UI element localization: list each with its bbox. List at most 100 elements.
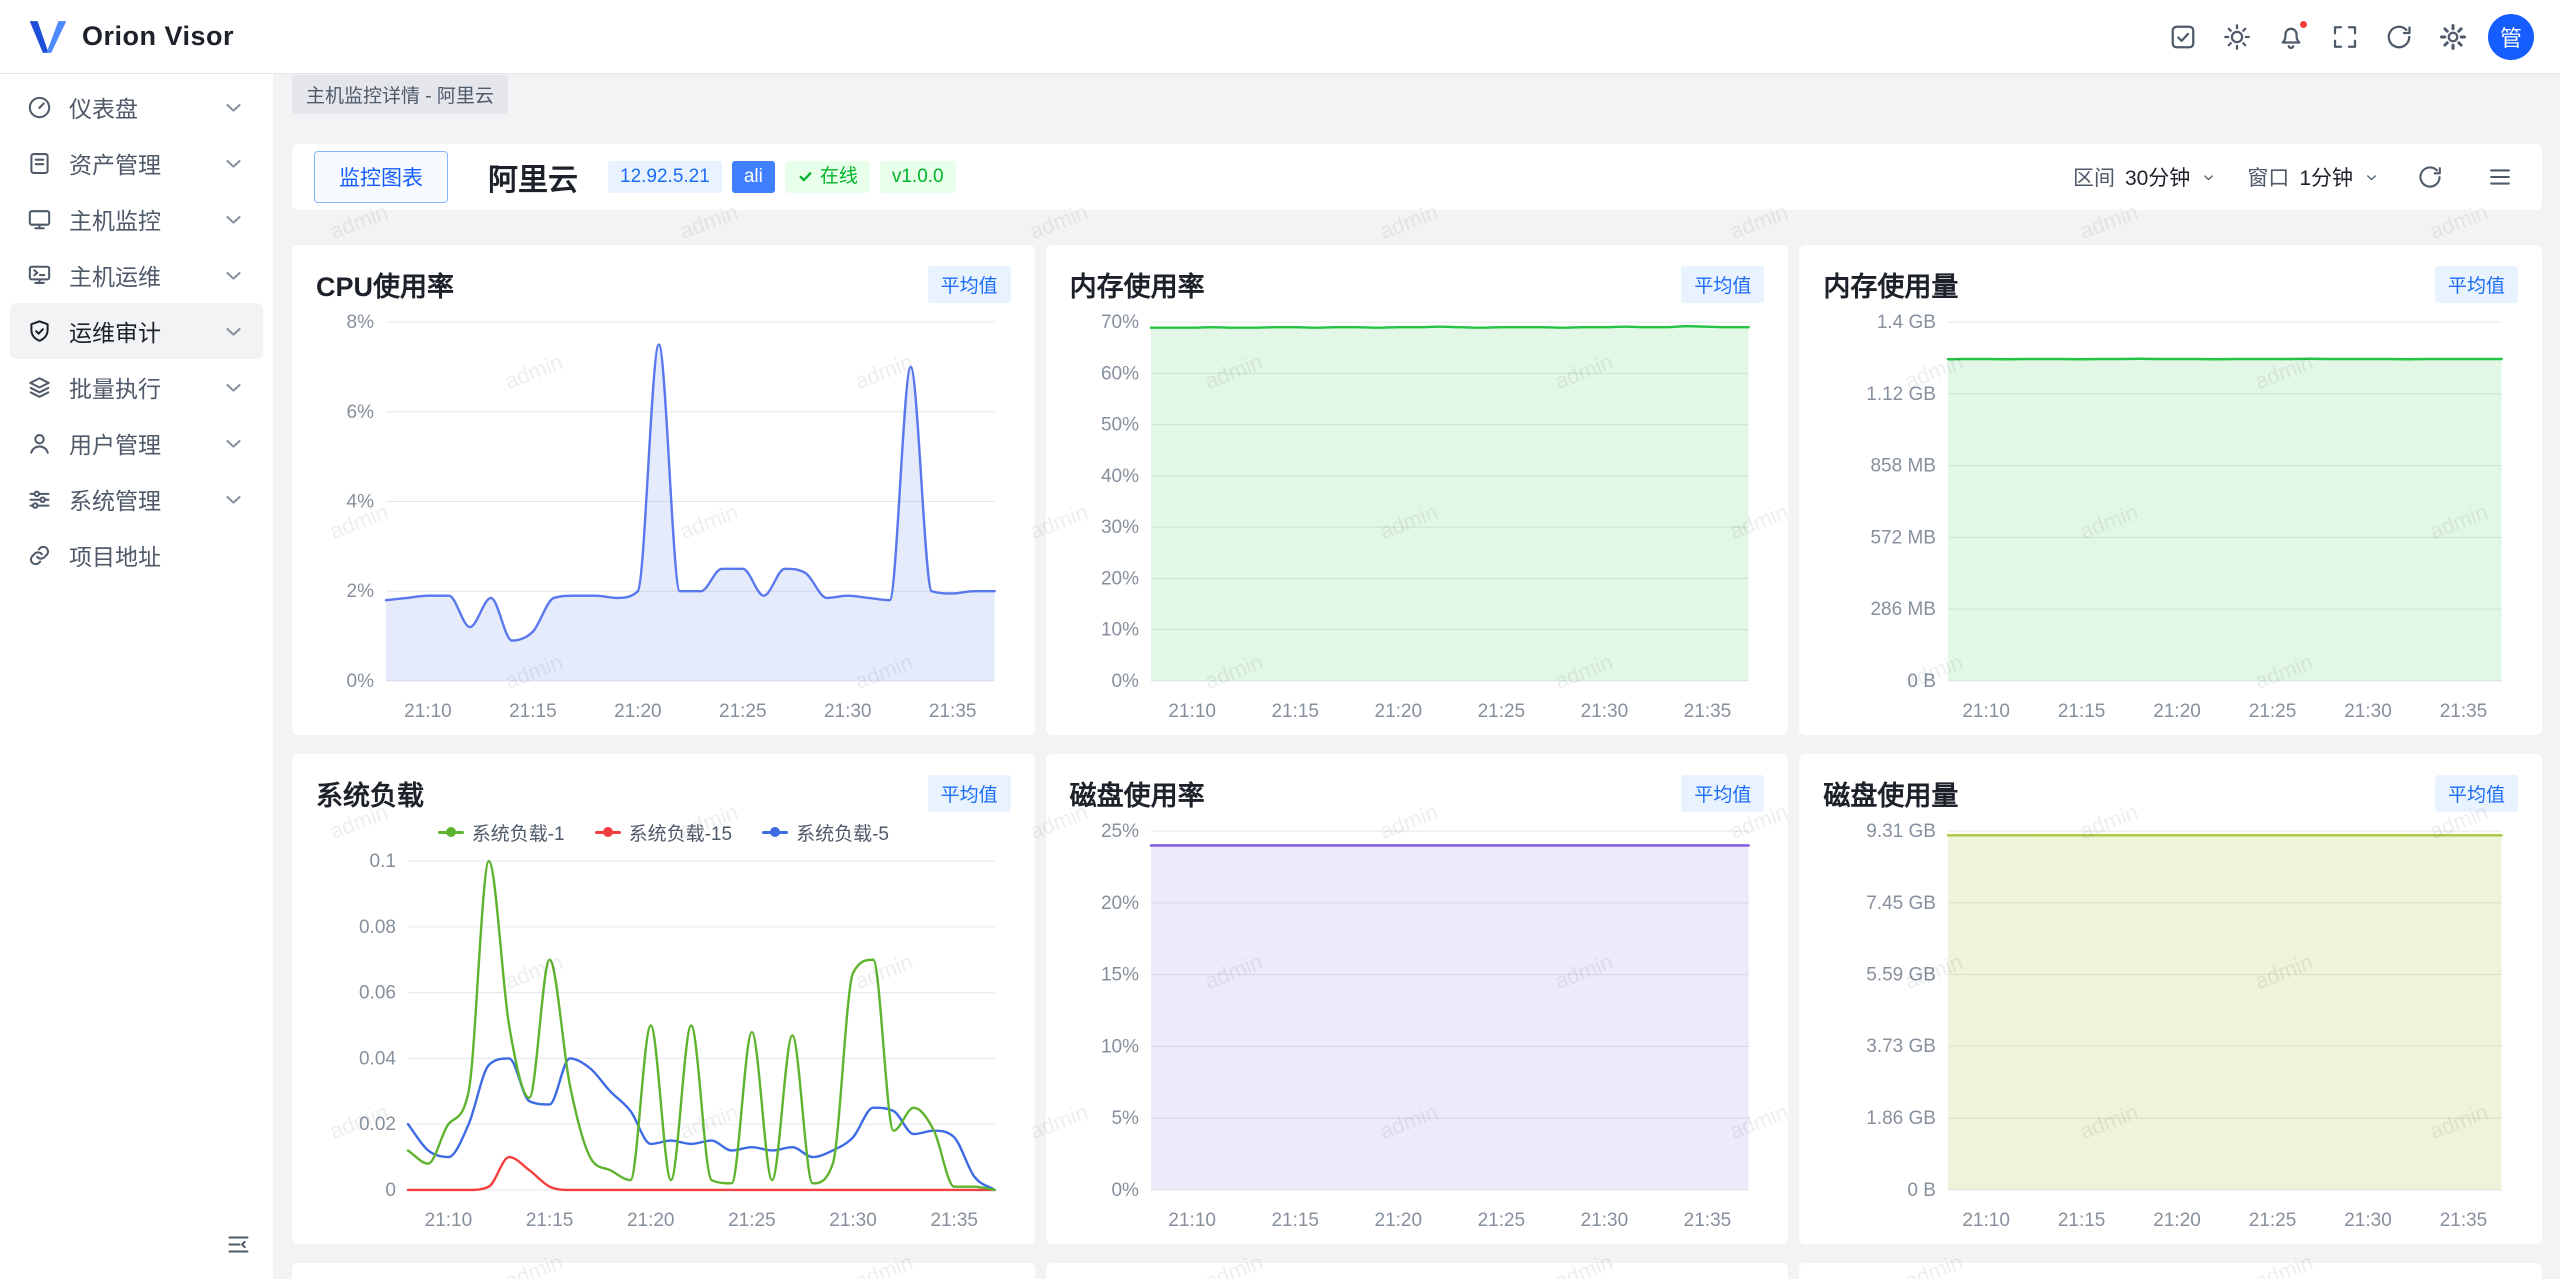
asset-icon xyxy=(26,150,53,177)
chevron-down-icon xyxy=(220,94,247,121)
chart-header: 系统负载平均值 xyxy=(316,774,1011,813)
dashboard-icon xyxy=(26,94,53,121)
sidebar-collapse-button[interactable] xyxy=(219,1225,257,1263)
sidebar-item-label: 主机运维 xyxy=(69,258,220,292)
chart-header: 内存使用率平均值 xyxy=(1070,265,1765,304)
legend-label: 系统负载-1 xyxy=(472,819,565,846)
gear-icon xyxy=(2438,22,2468,52)
monitor-chart-button[interactable]: 监控图表 xyxy=(314,151,448,203)
svg-text:40%: 40% xyxy=(1101,466,1139,487)
refresh-icon xyxy=(2416,163,2444,191)
svg-text:21:15: 21:15 xyxy=(509,701,557,722)
chart-body: 0 B286 MB572 MB858 MB1.12 GB1.4 GB21:102… xyxy=(1823,308,2518,725)
chevron-down-icon xyxy=(220,262,247,289)
svg-text:21:15: 21:15 xyxy=(2058,1210,2106,1231)
chart-title: 磁盘使用率 xyxy=(1070,774,1205,813)
sidebar-item-label: 运维审计 xyxy=(69,314,220,348)
menu-list-icon xyxy=(2486,163,2514,191)
legend-item[interactable]: 系统负载-15 xyxy=(595,819,732,846)
host-name: 阿里云 xyxy=(488,155,578,199)
svg-text:21:25: 21:25 xyxy=(1477,1210,1525,1231)
refresh-button[interactable] xyxy=(2410,157,2450,197)
chevron-down-icon xyxy=(220,206,247,233)
check-icon xyxy=(797,168,814,185)
host-tags: 12.92.5.21ali在线v1.0.0 xyxy=(608,161,956,194)
interval-label: 区间 xyxy=(2073,162,2115,192)
avatar[interactable]: 管 xyxy=(2488,14,2534,60)
window-select[interactable]: 窗口 1分钟 xyxy=(2247,162,2380,192)
brand[interactable]: Orion Visor xyxy=(26,15,234,59)
host-toolbar: 监控图表 阿里云 12.92.5.21ali在线v1.0.0 区间 30分钟 窗… xyxy=(292,144,2542,210)
svg-text:60%: 60% xyxy=(1101,363,1139,384)
svg-text:5%: 5% xyxy=(1111,1108,1139,1129)
chevron-down-icon xyxy=(220,430,247,457)
settings-button[interactable] xyxy=(2430,14,2476,60)
sidebar-item-dashboard[interactable]: 仪表盘 xyxy=(10,79,263,135)
chart-card-partial xyxy=(1799,1263,2542,1279)
breadcrumb[interactable]: 主机监控详情 - 阿里云 xyxy=(292,75,508,114)
fullscreen-icon xyxy=(2330,22,2360,52)
svg-text:21:35: 21:35 xyxy=(930,1210,978,1231)
chart-body: 系统负载-1系统负载-15系统负载-500.020.040.060.080.12… xyxy=(316,817,1011,1234)
chart-title: 内存使用率 xyxy=(1070,265,1205,304)
tag-text: ali xyxy=(744,167,763,188)
svg-text:21:35: 21:35 xyxy=(1683,1210,1731,1231)
monitor-icon xyxy=(26,206,53,233)
host-status-tag: 在线 xyxy=(785,161,870,194)
sidebar-item-assets[interactable]: 资产管理 xyxy=(10,135,263,191)
legend-label: 系统负载-15 xyxy=(629,819,732,846)
legend-marker-icon xyxy=(762,826,788,838)
chart-header: CPU使用率 平均值 xyxy=(316,265,1011,304)
sidebar-item-user-mgmt[interactable]: 用户管理 xyxy=(10,415,263,471)
top-header: Orion Visor 管 xyxy=(0,0,2560,74)
window-label: 窗口 xyxy=(2247,162,2289,192)
sidebar-item-project-link[interactable]: 项目地址 xyxy=(10,527,263,583)
chevron-down-icon xyxy=(220,374,247,401)
svg-text:21:15: 21:15 xyxy=(2058,701,2106,722)
tag-text: v1.0.0 xyxy=(892,167,944,188)
svg-text:572 MB: 572 MB xyxy=(1871,527,1936,548)
chevron-down-icon xyxy=(2363,169,2380,186)
svg-text:0.04: 0.04 xyxy=(359,1048,396,1069)
sidebar-item-host-ops[interactable]: 主机运维 xyxy=(10,247,263,303)
reload-button[interactable] xyxy=(2376,14,2422,60)
svg-text:5.59 GB: 5.59 GB xyxy=(1867,964,1937,985)
svg-text:21:10: 21:10 xyxy=(404,701,452,722)
theme-button[interactable] xyxy=(2214,14,2260,60)
interval-select[interactable]: 区间 30分钟 xyxy=(2073,162,2217,192)
legend-label: 系统负载-5 xyxy=(796,819,889,846)
menu-fold-icon xyxy=(225,1231,252,1258)
sidebar: 仪表盘资产管理主机监控主机运维运维审计批量执行用户管理系统管理项目地址 xyxy=(0,74,274,1279)
host-group-tag: ali xyxy=(732,161,775,194)
chart-body: 0 B1.86 GB3.73 GB5.59 GB7.45 GB9.31 GB21… xyxy=(1823,817,2518,1234)
chart-card-disk-usage-rate: 磁盘使用率平均值0%5%10%15%20%25%21:1021:1521:202… xyxy=(1046,754,1789,1244)
tasks-button[interactable] xyxy=(2160,14,2206,60)
check-square-icon xyxy=(2168,22,2198,52)
svg-text:70%: 70% xyxy=(1101,312,1139,333)
svg-text:3.73 GB: 3.73 GB xyxy=(1867,1036,1937,1057)
sidebar-item-host-monitor[interactable]: 主机监控 xyxy=(10,191,263,247)
legend-item[interactable]: 系统负载-1 xyxy=(438,819,565,846)
svg-text:21:35: 21:35 xyxy=(2440,701,2488,722)
chart-plot-memory-usage-rate: 0%10%20%30%40%50%60%70%21:1021:1521:2021… xyxy=(1070,308,1765,725)
chart-card-memory-usage-amount: 内存使用量平均值0 B286 MB572 MB858 MB1.12 GB1.4 … xyxy=(1799,245,2542,735)
svg-text:21:20: 21:20 xyxy=(2154,701,2202,722)
svg-text:20%: 20% xyxy=(1101,568,1139,589)
host-ops-icon xyxy=(26,262,53,289)
chart-title: CPU使用率 xyxy=(316,265,454,304)
notifications-button[interactable] xyxy=(2268,14,2314,60)
chevron-down-icon xyxy=(220,318,247,345)
chart-plot-cpu-usage: 0%2%4%6%8%21:1021:1521:2021:2521:3021:35 xyxy=(316,308,1011,725)
shield-icon xyxy=(26,318,53,345)
fullscreen-button[interactable] xyxy=(2322,14,2368,60)
legend-item[interactable]: 系统负载-5 xyxy=(762,819,889,846)
sidebar-item-ops-audit[interactable]: 运维审计 xyxy=(10,303,263,359)
svg-text:21:20: 21:20 xyxy=(627,1210,675,1231)
sidebar-item-system-mgmt[interactable]: 系统管理 xyxy=(10,471,263,527)
chart-body: 0%10%20%30%40%50%60%70%21:1021:1521:2021… xyxy=(1070,308,1765,725)
chart-list-button[interactable] xyxy=(2480,157,2520,197)
average-badge: 平均值 xyxy=(928,266,1011,303)
chart-card-partial xyxy=(292,1263,1035,1279)
chart-plot-disk-usage-amount: 0 B1.86 GB3.73 GB5.59 GB7.45 GB9.31 GB21… xyxy=(1823,817,2518,1234)
sidebar-item-batch-exec[interactable]: 批量执行 xyxy=(10,359,263,415)
